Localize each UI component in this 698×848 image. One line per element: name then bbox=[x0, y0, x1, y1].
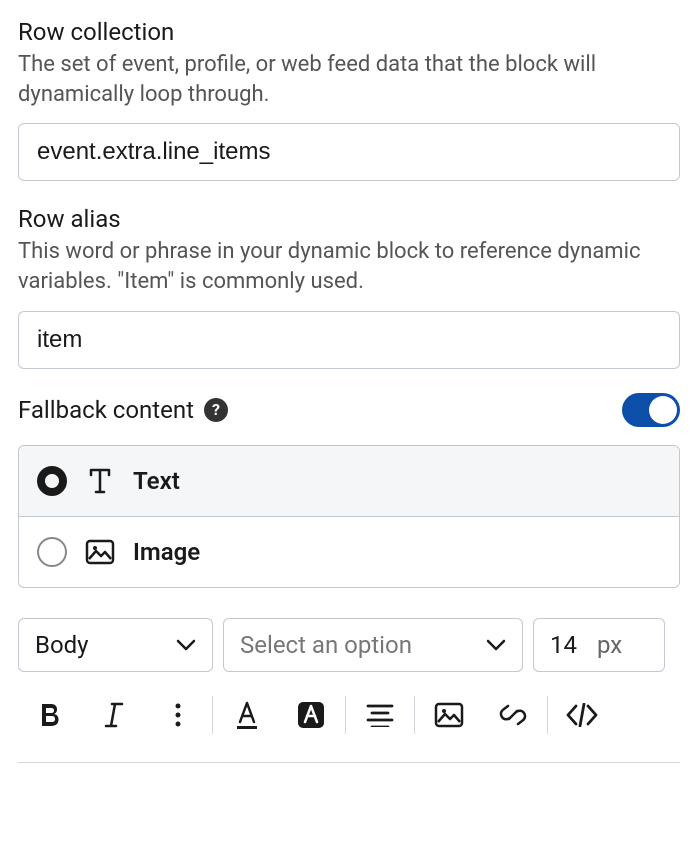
row-collection-group: Row collection The set of event, profile… bbox=[18, 18, 680, 181]
row-alias-group: Row alias This word or phrase in your dy… bbox=[18, 205, 680, 368]
editor-area-top-border bbox=[18, 762, 680, 763]
separator bbox=[212, 696, 213, 734]
font-size-value: 14 bbox=[550, 631, 577, 659]
image-icon bbox=[85, 539, 115, 565]
radio-indicator bbox=[37, 466, 67, 496]
radio-indicator bbox=[37, 537, 67, 567]
text-toolbar-row1: Body Select an option 14 px bbox=[18, 618, 680, 672]
chevron-down-icon bbox=[486, 639, 506, 651]
fallback-type-group: Text Image bbox=[18, 445, 680, 588]
radio-label: Text bbox=[133, 467, 180, 495]
row-collection-label: Row collection bbox=[18, 18, 680, 46]
radio-label: Image bbox=[133, 538, 200, 566]
row-alias-label: Row alias bbox=[18, 205, 680, 233]
fallback-left: Fallback content ? bbox=[18, 396, 228, 424]
fallback-toggle[interactable] bbox=[622, 393, 680, 427]
option-select[interactable]: Select an option bbox=[223, 618, 523, 672]
toggle-knob bbox=[649, 396, 677, 424]
style-select-value: Body bbox=[35, 631, 89, 659]
link-button[interactable] bbox=[481, 688, 545, 742]
fallback-label: Fallback content bbox=[18, 396, 194, 424]
more-button[interactable] bbox=[146, 688, 210, 742]
radio-option-image[interactable]: Image bbox=[19, 516, 679, 587]
separator bbox=[414, 696, 415, 734]
separator bbox=[345, 696, 346, 734]
align-button[interactable] bbox=[348, 688, 412, 742]
fallback-header: Fallback content ? bbox=[18, 393, 680, 427]
font-size-unit: px bbox=[597, 631, 622, 659]
bold-button[interactable] bbox=[18, 688, 82, 742]
text-toolbar-row2 bbox=[18, 688, 680, 742]
text-color-button[interactable] bbox=[215, 688, 279, 742]
row-alias-input[interactable] bbox=[18, 311, 680, 369]
row-collection-description: The set of event, profile, or web feed d… bbox=[18, 50, 680, 109]
code-button[interactable] bbox=[550, 688, 614, 742]
radio-option-text[interactable]: Text bbox=[19, 446, 679, 516]
help-icon[interactable]: ? bbox=[204, 398, 228, 422]
chevron-down-icon bbox=[176, 639, 196, 651]
row-alias-description: This word or phrase in your dynamic bloc… bbox=[18, 237, 680, 296]
row-collection-input[interactable] bbox=[18, 123, 680, 181]
highlight-color-button[interactable] bbox=[279, 688, 343, 742]
insert-image-button[interactable] bbox=[417, 688, 481, 742]
text-icon bbox=[85, 466, 115, 496]
italic-button[interactable] bbox=[82, 688, 146, 742]
option-select-placeholder: Select an option bbox=[240, 631, 412, 659]
font-size-input[interactable]: 14 px bbox=[533, 618, 665, 672]
style-select[interactable]: Body bbox=[18, 618, 213, 672]
separator bbox=[547, 696, 548, 734]
